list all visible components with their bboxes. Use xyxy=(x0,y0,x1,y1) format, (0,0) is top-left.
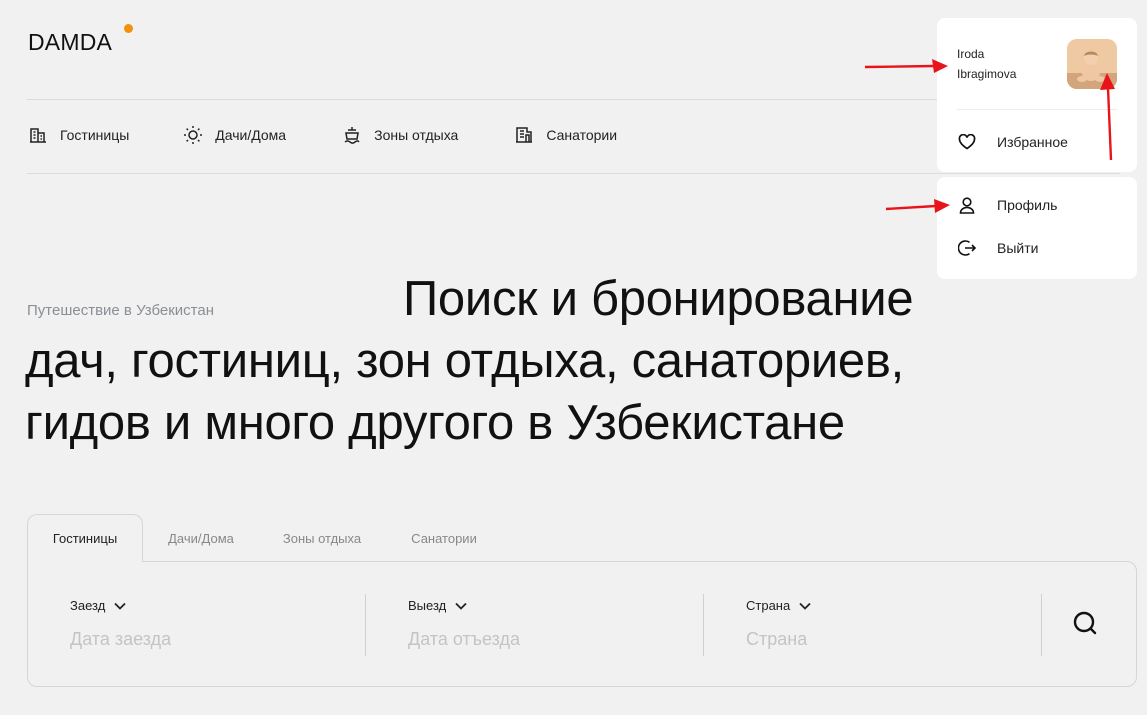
sun-icon xyxy=(183,125,203,145)
logout-icon xyxy=(957,238,977,258)
annotation-arrow-profile xyxy=(885,199,950,213)
menu-item-favorites[interactable]: Избранное xyxy=(957,132,1068,152)
logo-dot xyxy=(124,24,133,33)
logo[interactable]: DAMDA xyxy=(28,29,112,56)
user-last-name: Ibragimova xyxy=(957,67,1017,81)
hero-title-line-1: Поиск и бронирование xyxy=(403,272,914,326)
field-divider xyxy=(1041,594,1042,656)
nav-item-hotels[interactable]: Гостиницы xyxy=(28,125,129,145)
search-button[interactable] xyxy=(1068,606,1104,642)
country-field[interactable]: Страна Страна xyxy=(704,562,1041,686)
hotel-icon xyxy=(28,125,48,145)
search-icon xyxy=(1073,611,1097,635)
menu-separator xyxy=(957,109,1117,110)
nav-item-sanatoriums[interactable]: Санатории xyxy=(514,125,617,145)
hero-title: Поиск и бронирование дач, гостиниц, зон … xyxy=(25,268,1025,454)
annotation-arrow-avatar xyxy=(1100,73,1115,161)
tab-sanatoriums[interactable]: Санатории xyxy=(385,514,503,562)
user-menu-card-secondary: Профиль Выйти xyxy=(937,177,1137,279)
nav-item-label: Дачи/Дома xyxy=(215,127,287,143)
checkin-label: Заезд xyxy=(70,598,106,613)
checkout-field[interactable]: Выезд Дата отъезда xyxy=(366,562,703,686)
tab-dachas[interactable]: Дачи/Дома xyxy=(143,514,259,562)
checkin-input[interactable]: Дата заезда xyxy=(70,629,171,650)
sanatorium-icon xyxy=(514,125,534,145)
annotation-arrow-name xyxy=(864,59,948,73)
nav-item-label: Зоны отдыха xyxy=(374,127,459,143)
nav-item-rest-zones[interactable]: Зоны отдыха xyxy=(342,125,458,145)
chevron-down-icon xyxy=(455,602,467,610)
search-tabs: Гостиницы Дачи/Дома Зоны отдыха Санатори… xyxy=(27,514,503,562)
tab-rest-zones[interactable]: Зоны отдыха xyxy=(259,514,385,562)
heart-icon xyxy=(957,132,977,152)
search-form: Заезд Дата заезда Выезд Дата отъезда Стр… xyxy=(27,561,1137,687)
checkout-input[interactable]: Дата отъезда xyxy=(408,629,520,650)
checkin-dropdown[interactable]: Заезд xyxy=(70,598,126,613)
tab-hotels[interactable]: Гостиницы xyxy=(27,514,143,562)
user-name[interactable]: Iroda Ibragimova xyxy=(957,44,1057,84)
menu-item-label: Избранное xyxy=(997,134,1068,150)
header-divider-bottom xyxy=(27,173,1120,174)
lifebuoy-icon xyxy=(342,125,362,145)
nav-item-dachas[interactable]: Дачи/Дома xyxy=(183,125,286,145)
menu-item-profile[interactable]: Профиль xyxy=(957,195,1057,215)
hero-title-line-2: дач, гостиниц, зон отдыха, санаториев, xyxy=(25,334,904,388)
chevron-down-icon xyxy=(114,602,126,610)
nav-item-label: Гостиницы xyxy=(60,127,130,143)
user-first-name: Iroda xyxy=(957,47,985,61)
country-input[interactable]: Страна xyxy=(746,629,807,650)
hero-title-line-3: гидов и много другого в Узбекистане xyxy=(25,396,845,450)
checkin-field[interactable]: Заезд Дата заезда xyxy=(28,562,365,686)
checkout-label: Выезд xyxy=(408,598,447,613)
chevron-down-icon xyxy=(799,602,811,610)
nav-item-label: Санатории xyxy=(546,127,618,143)
menu-item-label: Профиль xyxy=(997,197,1058,213)
country-dropdown[interactable]: Страна xyxy=(746,598,811,613)
menu-item-logout[interactable]: Выйти xyxy=(957,238,1038,258)
category-nav: Гостиницы Дачи/Дома Зоны отдыха Санатори… xyxy=(28,125,617,145)
country-label: Страна xyxy=(746,598,791,613)
user-icon xyxy=(957,195,977,215)
menu-item-label: Выйти xyxy=(997,240,1039,256)
checkout-dropdown[interactable]: Выезд xyxy=(408,598,467,613)
